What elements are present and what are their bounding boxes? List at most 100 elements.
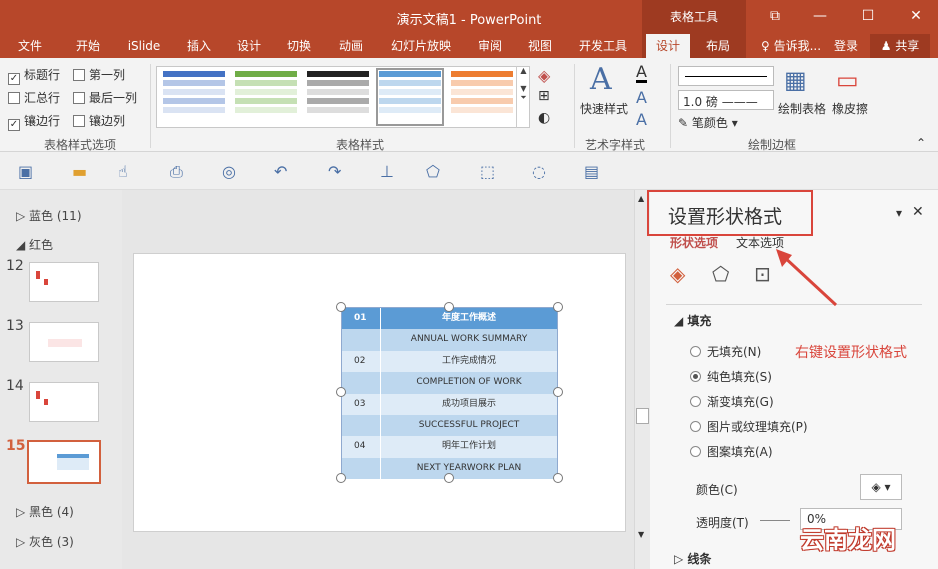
- select-icon[interactable]: ⬚: [480, 162, 495, 181]
- table-style-orange[interactable]: [451, 71, 513, 123]
- wordart-a-icon[interactable]: A: [590, 62, 612, 97]
- login-button[interactable]: 登录: [828, 34, 864, 58]
- borders-icon[interactable]: ⊞: [538, 88, 550, 104]
- fill-line-icon[interactable]: ◈: [670, 262, 685, 286]
- draw-table-button[interactable]: 绘制表格: [778, 100, 826, 117]
- pane-close-icon[interactable]: ✕: [912, 204, 924, 220]
- tab-insert[interactable]: 插入: [177, 34, 221, 58]
- pen-weight-select[interactable]: 1.0 磅 ———: [678, 90, 774, 110]
- size-properties-icon[interactable]: ⊡: [754, 262, 771, 286]
- undo-icon[interactable]: ↶: [274, 162, 287, 181]
- effects-icon[interactable]: ◐: [538, 110, 550, 126]
- checkbox-header-row[interactable]: ✓ 标题行: [8, 66, 60, 85]
- ribbon-display-button[interactable]: ⧉: [755, 0, 795, 34]
- align-icon[interactable]: ⊥: [380, 162, 394, 181]
- table-style-gray[interactable]: [307, 71, 369, 123]
- pen-color-button[interactable]: ✎ 笔颜色 ▾: [678, 114, 738, 131]
- shading-icon[interactable]: ◈: [538, 66, 550, 85]
- eraser-button[interactable]: 橡皮擦: [832, 100, 868, 117]
- tab-review[interactable]: 审阅: [468, 34, 512, 58]
- text-effects-icon[interactable]: A: [636, 110, 647, 129]
- resize-handle-tl[interactable]: [336, 302, 346, 312]
- eraser-icon[interactable]: ▭: [836, 66, 859, 94]
- scroll-down-icon[interactable]: ▼: [638, 530, 644, 539]
- slide-thumbnail-15-selected[interactable]: [27, 440, 101, 484]
- resize-handle-t[interactable]: [444, 302, 454, 312]
- transparency-slider[interactable]: [760, 520, 790, 521]
- present-icon[interactable]: ◎: [222, 162, 236, 181]
- line-section-header[interactable]: ▷ 线条: [674, 550, 711, 567]
- redo-icon[interactable]: ↷: [328, 162, 341, 181]
- section-blue[interactable]: ▷ 蓝色 (11): [16, 207, 82, 224]
- tab-view[interactable]: 视图: [518, 34, 562, 58]
- effects-pentagon-icon[interactable]: ⬠: [712, 262, 729, 286]
- slide-thumbnail-12[interactable]: [29, 262, 99, 302]
- vertical-scrollbar[interactable]: ▲ ▼: [634, 190, 650, 569]
- resize-handle-br[interactable]: [553, 473, 563, 483]
- share-button[interactable]: ♟ 共享: [870, 34, 930, 58]
- tab-developer[interactable]: 开发工具: [572, 34, 634, 58]
- resize-handle-l[interactable]: [336, 387, 346, 397]
- slide-thumbnail-14[interactable]: [29, 382, 99, 422]
- tab-animations[interactable]: 动画: [329, 34, 373, 58]
- print-preview-icon[interactable]: ⎙: [170, 162, 183, 182]
- tell-me-box[interactable]: ♀ 告诉我...: [756, 34, 826, 58]
- tab-slideshow[interactable]: 幻灯片放映: [383, 34, 459, 58]
- tab-transitions[interactable]: 切换: [277, 34, 321, 58]
- radio-solid-fill[interactable]: 纯色填充(S): [690, 368, 772, 385]
- tab-design[interactable]: 设计: [227, 34, 271, 58]
- tab-islide[interactable]: iSlide: [120, 34, 168, 58]
- tab-shape-options[interactable]: 形状选项: [670, 234, 718, 251]
- tab-table-design[interactable]: 设计: [646, 34, 690, 58]
- fill-section-header[interactable]: ◢ 填充: [674, 312, 711, 329]
- section-red[interactable]: ◢ 红色: [16, 236, 53, 253]
- quick-styles-button[interactable]: 快速样式: [580, 100, 628, 117]
- checkbox-first-column[interactable]: 第一列: [73, 66, 125, 83]
- text-fill-icon[interactable]: A: [636, 64, 647, 83]
- color-picker-button[interactable]: ◈ ▾: [860, 474, 902, 500]
- table-style-blue[interactable]: [163, 71, 225, 123]
- radio-gradient-fill[interactable]: 渐变填充(G): [690, 393, 774, 410]
- tab-home[interactable]: 开始: [66, 34, 110, 58]
- checkbox-banded-rows[interactable]: ✓ 镶边行: [8, 112, 60, 131]
- slide-thumbnail-13[interactable]: [29, 322, 99, 362]
- table-style-green[interactable]: [235, 71, 297, 123]
- checkbox-total-row[interactable]: 汇总行: [8, 89, 60, 106]
- table-styles-gallery[interactable]: [156, 66, 530, 128]
- resize-handle-tr[interactable]: [553, 302, 563, 312]
- scroll-thumb[interactable]: [636, 408, 649, 424]
- resize-handle-bl[interactable]: [336, 473, 346, 483]
- touch-mode-icon[interactable]: ☝: [118, 162, 128, 181]
- resize-handle-b[interactable]: [444, 473, 454, 483]
- table-style-lightblue[interactable]: [376, 68, 444, 126]
- open-folder-icon[interactable]: ▬: [72, 162, 87, 181]
- collapse-ribbon-icon[interactable]: ⌃: [916, 136, 926, 150]
- close-button[interactable]: ✕: [896, 0, 936, 34]
- checkbox-last-column[interactable]: 最后一列: [73, 89, 137, 106]
- resize-handle-r[interactable]: [553, 387, 563, 397]
- radio-pattern-fill[interactable]: 图案填充(A): [690, 443, 773, 460]
- textbox-icon[interactable]: ▤: [584, 162, 599, 181]
- tab-file[interactable]: 文件: [8, 34, 52, 58]
- checkbox-banded-columns[interactable]: 镶边列: [73, 112, 125, 129]
- radio-no-fill[interactable]: 无填充(N): [690, 343, 761, 360]
- agenda-table[interactable]: 01 年度工作概述 ANNUAL WORK SUMMARY 02 工作完成情况 CO…: [341, 307, 558, 480]
- minimize-button[interactable]: —: [800, 0, 840, 34]
- section-black[interactable]: ▷ 黑色 (4): [16, 503, 74, 520]
- tab-table-layout[interactable]: 布局: [696, 34, 740, 58]
- section-gray[interactable]: ▷ 灰色 (3): [16, 533, 74, 550]
- window-title: 演示文稿1 - PowerPoint: [396, 13, 542, 28]
- draw-table-icon[interactable]: ▦: [784, 66, 807, 94]
- gallery-scroll[interactable]: ▲ ▼ ⏷: [516, 66, 530, 128]
- share-label: 共享: [895, 39, 920, 53]
- maximize-button[interactable]: ☐: [848, 0, 888, 34]
- text-outline-icon[interactable]: A: [636, 88, 647, 107]
- save-icon[interactable]: ▣: [18, 162, 33, 181]
- pane-title: 设置形状格式: [668, 206, 783, 228]
- pen-style-select[interactable]: [678, 66, 774, 86]
- merge-icon[interactable]: ◌: [532, 162, 546, 181]
- scroll-up-icon[interactable]: ▲: [638, 194, 644, 203]
- radio-picture-fill[interactable]: 图片或纹理填充(P): [690, 418, 808, 435]
- shape-icon[interactable]: ⬠: [426, 162, 440, 181]
- pane-options-icon[interactable]: ▾: [896, 206, 902, 220]
